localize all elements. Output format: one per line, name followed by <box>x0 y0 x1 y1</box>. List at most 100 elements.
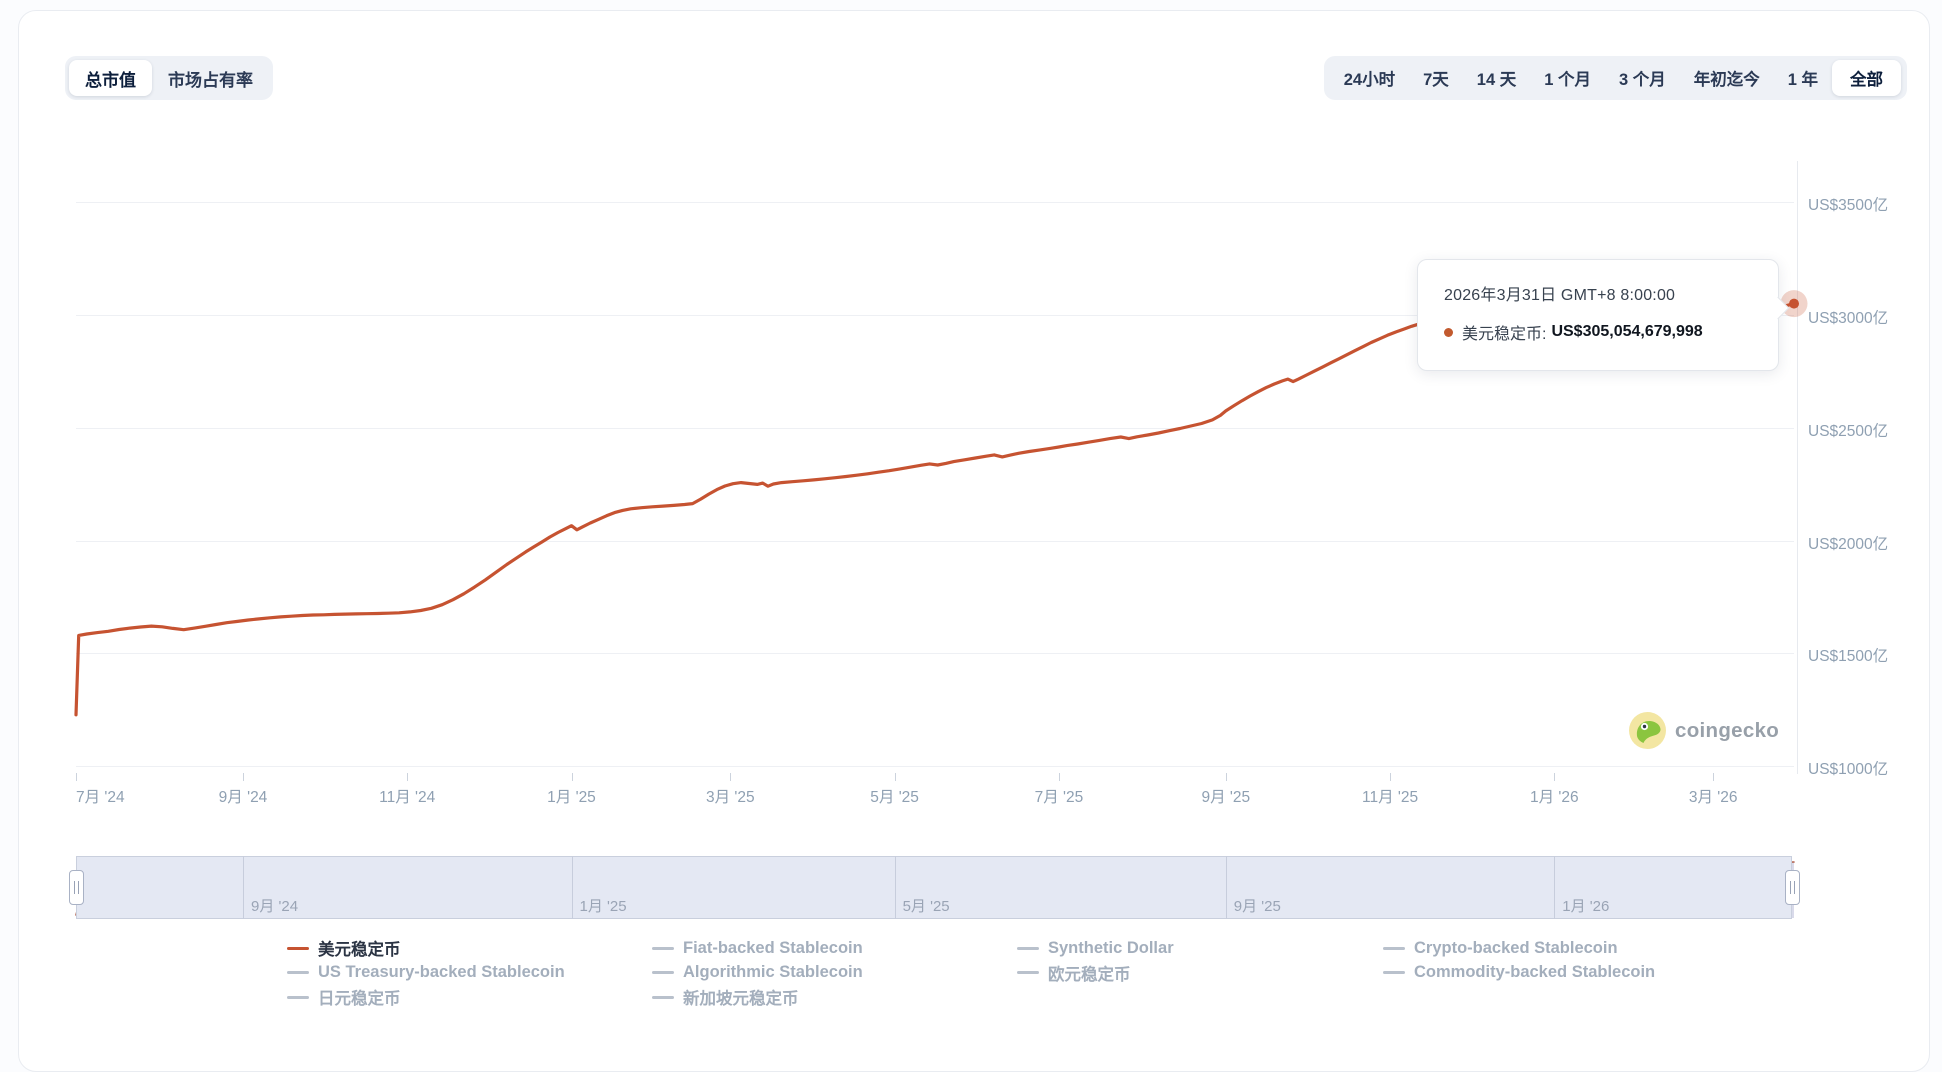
legend-label: US Treasury-backed Stablecoin <box>318 963 565 982</box>
x-axis-tick <box>1713 773 1714 781</box>
coingecko-watermark-text: coingecko <box>1675 719 1779 743</box>
legend-dash-icon <box>1017 947 1039 950</box>
x-axis-label: 1月 '26 <box>1530 785 1579 807</box>
x-axis-label: 11月 '24 <box>379 785 435 807</box>
gridline <box>76 541 1794 542</box>
y-axis-label: US$2500亿 <box>1808 419 1888 441</box>
navigator-label: 1月 '26 <box>1562 895 1609 916</box>
y-axis-label: US$1500亿 <box>1808 644 1888 666</box>
navigator-gridline <box>243 856 244 919</box>
legend-label: 日元稳定币 <box>318 985 401 1009</box>
legend-item[interactable]: 新加坡元稳定币 <box>652 985 863 1010</box>
time-range-selector: 24小时7天14 天1 个月3 个月年初迄今1 年全部 <box>1324 56 1907 100</box>
x-axis-tick <box>572 773 573 781</box>
navigator-gridline <box>572 856 573 919</box>
tooltip-series-value: US$305,054,679,998 <box>1551 323 1702 341</box>
range-option-1[interactable]: 7天 <box>1409 60 1463 96</box>
navigator-gridline <box>1554 856 1555 919</box>
gridline <box>76 202 1794 203</box>
y-axis-label: US$3500亿 <box>1808 193 1888 215</box>
x-axis-label: 3月 '26 <box>1689 785 1738 807</box>
x-axis-label: 7月 '25 <box>1035 785 1084 807</box>
legend-dash-icon <box>652 996 674 999</box>
legend-item[interactable]: 美元稳定币 <box>287 936 565 961</box>
metric-option-1[interactable]: 市场占有率 <box>152 60 269 96</box>
legend-item[interactable]: 日元稳定币 <box>287 985 565 1010</box>
navigator-gridline <box>1226 856 1227 919</box>
x-axis-tick <box>895 773 896 781</box>
range-option-4[interactable]: 3 个月 <box>1605 60 1680 96</box>
range-option-3[interactable]: 1 个月 <box>1530 60 1605 96</box>
legend-item[interactable]: Crypto-backed Stablecoin <box>1383 936 1655 961</box>
legend-dash-icon <box>287 971 309 974</box>
gridline <box>76 653 1794 654</box>
x-axis-tick <box>243 773 244 781</box>
range-option-2[interactable]: 14 天 <box>1463 60 1530 96</box>
legend-item[interactable]: Commodity-backed Stablecoin <box>1383 961 1655 986</box>
legend-dash-icon <box>287 996 309 999</box>
x-axis-tick <box>1059 773 1060 781</box>
coingecko-watermark: coingecko <box>1629 712 1779 749</box>
y-axis-label: US$1000亿 <box>1808 757 1888 779</box>
legend-dash-icon <box>1383 947 1405 950</box>
y-axis-line <box>1797 161 1798 774</box>
legend-column: 美元稳定币 US Treasury-backed Stablecoin 日元稳定币 <box>287 936 565 1010</box>
tooltip-date: 2026年3月31日 GMT+8 8:00:00 <box>1444 281 1754 305</box>
tooltip: 2026年3月31日 GMT+8 8:00:00 美元稳定币: US$305,0… <box>1417 259 1779 371</box>
x-axis-label: 5月 '25 <box>870 785 919 807</box>
legend-label: Fiat-backed Stablecoin <box>683 939 863 958</box>
range-option-6[interactable]: 1 年 <box>1774 60 1832 96</box>
x-axis-label: 7月 '24 <box>76 785 125 807</box>
legend-label: 美元稳定币 <box>318 936 401 960</box>
legend-item[interactable]: 欧元稳定币 <box>1017 961 1174 986</box>
x-axis-tick <box>1226 773 1227 781</box>
metric-option-0[interactable]: 总市值 <box>69 60 152 96</box>
gridline <box>76 428 1794 429</box>
navigator-gridline <box>895 856 896 919</box>
legend-item[interactable]: Algorithmic Stablecoin <box>652 961 863 986</box>
gridline <box>76 766 1794 767</box>
legend-label: 欧元稳定币 <box>1048 961 1131 985</box>
tooltip-series-dot-icon <box>1444 328 1453 337</box>
navigator-label: 9月 '24 <box>251 895 298 916</box>
legend-column: Fiat-backed Stablecoin Algorithmic Stable… <box>652 936 863 1010</box>
chart-card: 总市值市场占有率 24小时7天14 天1 个月3 个月年初迄今1 年全部 US$… <box>18 10 1930 1072</box>
x-axis-label: 1月 '25 <box>547 785 596 807</box>
x-axis-tick <box>1554 773 1555 781</box>
legend-item[interactable]: US Treasury-backed Stablecoin <box>287 961 565 986</box>
x-axis-tick <box>76 773 77 781</box>
legend-dash-icon <box>1017 971 1039 974</box>
tooltip-series-row: 美元稳定币: US$305,054,679,998 <box>1444 320 1754 344</box>
range-option-5[interactable]: 年初迄今 <box>1680 60 1774 96</box>
legend-label: Algorithmic Stablecoin <box>683 963 863 982</box>
legend-item[interactable]: Synthetic Dollar <box>1017 936 1174 961</box>
navigator-handle-right[interactable] <box>1785 870 1800 905</box>
y-axis-label: US$3000亿 <box>1808 306 1888 328</box>
legend-dash-icon <box>652 947 674 950</box>
legend-dash-icon <box>1383 971 1405 974</box>
x-axis-label: 9月 '25 <box>1201 785 1250 807</box>
metric-toggle: 总市值市场占有率 <box>65 56 273 100</box>
navigator-label: 5月 '25 <box>903 895 950 916</box>
navigator-handle-left[interactable] <box>69 870 84 905</box>
legend-label: 新加坡元稳定币 <box>683 985 799 1009</box>
x-axis-tick <box>1390 773 1391 781</box>
legend-label: Commodity-backed Stablecoin <box>1414 963 1655 982</box>
legend-dash-icon <box>652 971 674 974</box>
coingecko-logo-icon <box>1629 712 1666 749</box>
legend-item[interactable]: Fiat-backed Stablecoin <box>652 936 863 961</box>
navigator-label: 9月 '25 <box>1234 895 1281 916</box>
x-axis-tick <box>407 773 408 781</box>
navigator-label: 1月 '25 <box>580 895 627 916</box>
y-axis-label: US$2000亿 <box>1808 532 1888 554</box>
legend-column: Crypto-backed Stablecoin Commodity-backed… <box>1383 936 1655 985</box>
x-axis-label: 9月 '24 <box>219 785 268 807</box>
legend-label: Synthetic Dollar <box>1048 939 1174 958</box>
tooltip-series-label: 美元稳定币: <box>1462 320 1546 344</box>
x-axis-label: 11月 '25 <box>1362 785 1418 807</box>
legend-dash-icon <box>287 947 309 950</box>
x-axis-label: 3月 '25 <box>706 785 755 807</box>
x-axis-tick <box>730 773 731 781</box>
range-option-0[interactable]: 24小时 <box>1330 60 1409 96</box>
range-option-7[interactable]: 全部 <box>1832 60 1901 96</box>
